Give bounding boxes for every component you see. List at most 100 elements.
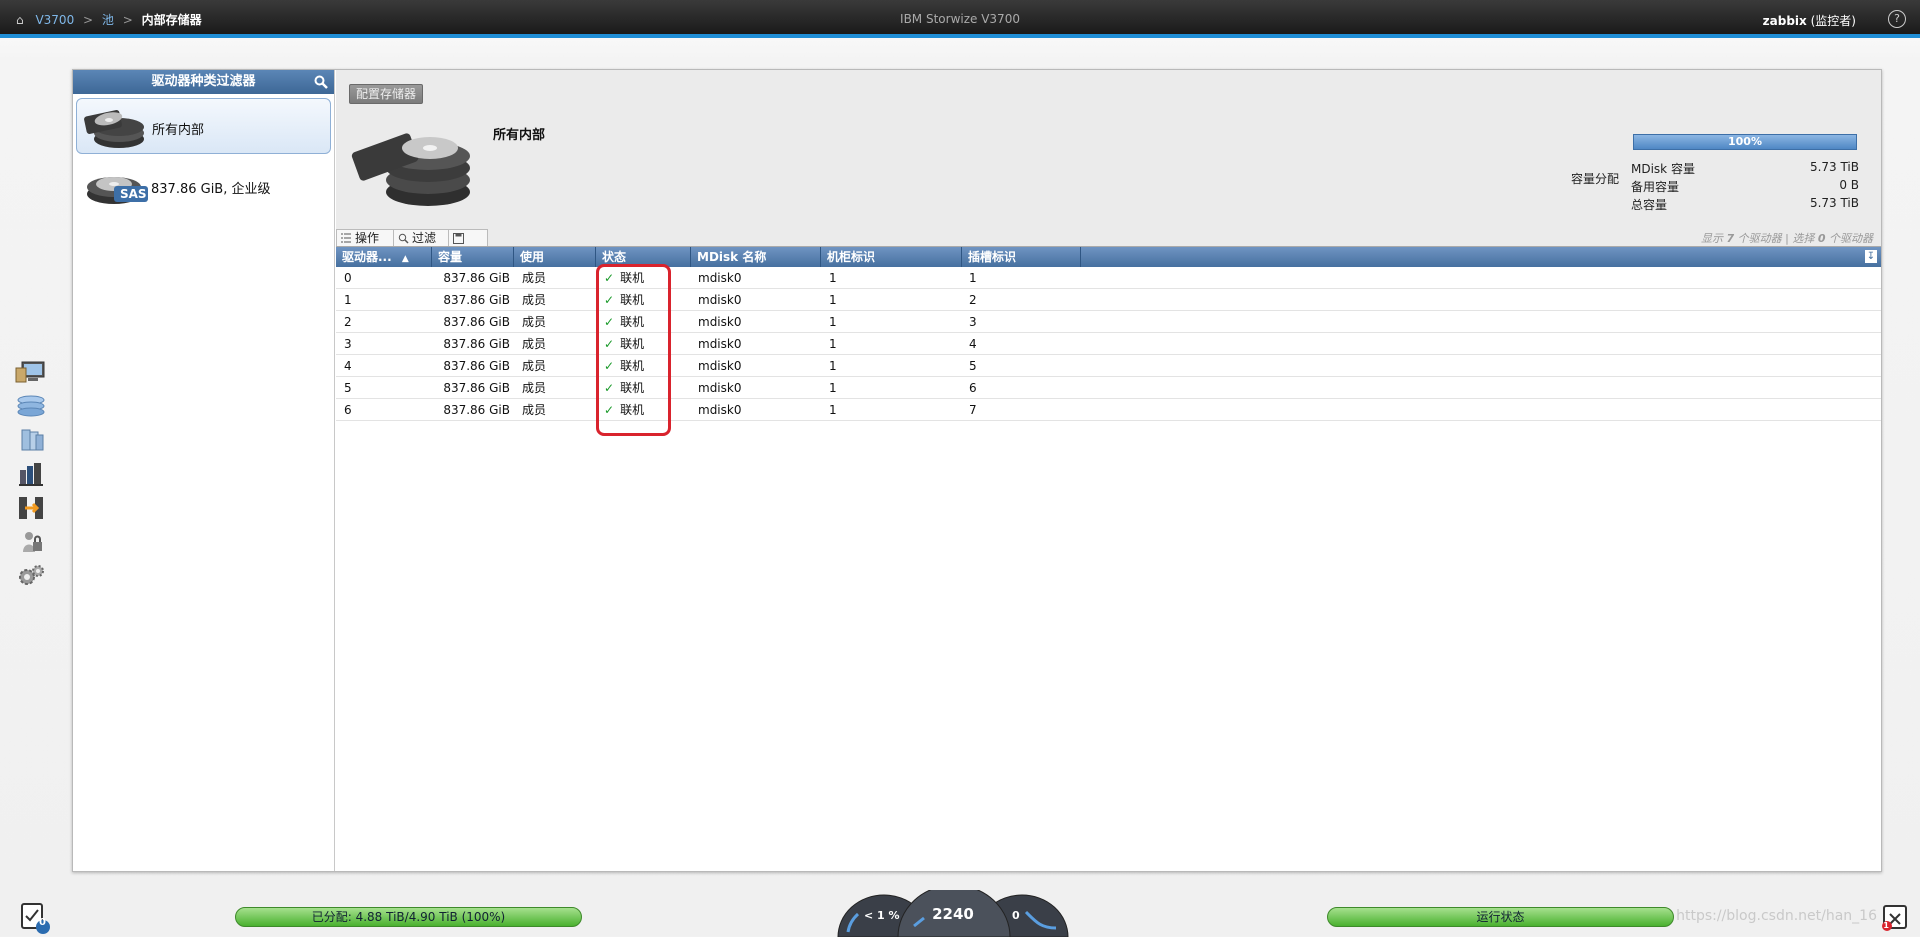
summary-shown-count: 7 (1726, 232, 1735, 245)
iops-value: 2240 (932, 905, 974, 923)
cell-capacity: 837.86 GiB (443, 381, 510, 395)
table-header: 驱动器... ▲ 容量 使用 状态 MDisk 名称 机柜标识 插槽标识 ↧ (336, 247, 1881, 267)
table-row[interactable]: 1 837.86 GiB 成员 ✓ 联机 mdisk0 1 2 (336, 289, 1881, 311)
performance-gauges[interactable]: < 1 % 2240 0 (836, 884, 1070, 937)
summary-mid: 个驱动器 | 选择 (1737, 232, 1815, 245)
filter-item-all-internal[interactable]: 所有内部 (76, 98, 331, 154)
watermark: https://blog.csdn.net/han_16 (1676, 908, 1877, 924)
cell-enclosure: 1 (829, 359, 837, 373)
page-title: 所有内部 (493, 128, 546, 143)
cell-mdisk: mdisk0 (698, 381, 742, 395)
table-row[interactable]: 4 837.86 GiB 成员 ✓ 联机 mdisk0 1 5 (336, 355, 1881, 377)
capacity-row: 备用容量 0 B (1631, 178, 1859, 195)
search-icon (398, 233, 409, 244)
capacity-allocation: 容量分配 100% MDisk 容量 5.73 TiB 备用容量 0 B 总容量… (1571, 134, 1871, 224)
filter-item-label: 837.86 GiB, 企业级 (151, 182, 271, 197)
cell-id: 4 (344, 359, 352, 373)
table-row[interactable]: 6 837.86 GiB 成员 ✓ 联机 mdisk0 1 7 (336, 399, 1881, 421)
cell-use: 成员 (522, 293, 547, 307)
table-row[interactable]: 5 837.86 GiB 成员 ✓ 联机 mdisk0 1 6 (336, 377, 1881, 399)
health-status-bar[interactable]: 运行状态 (1327, 907, 1674, 927)
actions-button[interactable]: 操作 (336, 229, 394, 246)
cell-id: 2 (344, 315, 352, 329)
filter-title: 驱动器种类过滤器 (151, 74, 256, 89)
capacity-title: 容量分配 (1571, 172, 1620, 186)
copy-services-icon[interactable] (14, 494, 48, 522)
cell-enclosure: 1 (829, 381, 837, 395)
cell-enclosure: 1 (829, 337, 837, 351)
capacity-value: 0 B (1839, 178, 1859, 192)
cell-id: 5 (344, 381, 352, 395)
filter-item-sas-enterprise[interactable]: SAS 837.86 GiB, 企业级 (76, 158, 331, 214)
summary-suffix: 个驱动器 (1829, 232, 1873, 245)
status-bar: 0 已分配: 4.88 TiB/4.90 TiB (100%) < 1 % 22… (0, 884, 1920, 937)
column-header-slot-id[interactable]: 插槽标识 (962, 247, 1081, 267)
cell-capacity: 837.86 GiB (443, 315, 510, 329)
actions-label: 操作 (355, 231, 380, 245)
column-header-mdisk-name[interactable]: MDisk 名称 (691, 247, 821, 267)
cell-slot: 1 (969, 271, 977, 285)
sort-ascending-icon: ▲ (401, 254, 409, 264)
cell-capacity: 837.86 GiB (443, 337, 510, 351)
column-header-enclosure-id[interactable]: 机柜标识 (821, 247, 962, 267)
cell-enclosure: 1 (829, 271, 837, 285)
column-header-use[interactable]: 使用 (514, 247, 596, 267)
cell-enclosure: 1 (829, 293, 837, 307)
table-row[interactable]: 0 837.86 GiB 成员 ✓ 联机 mdisk0 1 1 (336, 267, 1881, 289)
table-row[interactable]: 2 837.86 GiB 成员 ✓ 联机 mdisk0 1 3 (336, 311, 1881, 333)
status-highlight-box (596, 264, 671, 436)
allocation-status-bar[interactable]: 已分配: 4.88 TiB/4.90 TiB (100%) (235, 907, 582, 927)
cell-enclosure: 1 (829, 403, 837, 417)
cell-slot: 4 (969, 337, 977, 351)
drives-table: 驱动器... ▲ 容量 使用 状态 MDisk 名称 机柜标识 插槽标识 ↧ 0… (336, 246, 1881, 871)
top-bar: ⌂ V3700 > 池 > 内部存储器 IBM Storwize V3700 z… (0, 0, 1920, 38)
cell-mdisk: mdisk0 (698, 359, 742, 373)
column-header-capacity[interactable]: 容量 (432, 247, 514, 267)
access-icon[interactable] (14, 528, 48, 556)
settings-icon[interactable] (14, 562, 48, 590)
capacity-row: 总容量 5.73 TiB (1631, 196, 1859, 213)
cell-id: 3 (344, 337, 352, 351)
volumes-icon[interactable] (14, 426, 48, 454)
main-panel: 驱动器种类过滤器 所有内部 SAS 837.86 GiB, 企业级 配置存储器 (72, 69, 1882, 872)
help-icon[interactable]: ? (1888, 10, 1906, 28)
capacity-progress-bar: 100% (1633, 134, 1857, 150)
cell-use: 成员 (522, 403, 547, 417)
cell-mdisk: mdisk0 (698, 293, 742, 307)
monitoring-icon[interactable] (14, 358, 48, 386)
configure-storage-button[interactable]: 配置存储器 (349, 84, 424, 104)
sas-disk-icon (87, 177, 148, 204)
cell-slot: 3 (969, 315, 977, 329)
user-name: zabbix (1762, 14, 1807, 28)
capacity-label: MDisk 容量 (1631, 162, 1695, 176)
pools-icon[interactable] (14, 392, 48, 420)
filter-label: 过滤 (412, 231, 437, 245)
running-tasks-icon[interactable] (18, 900, 52, 934)
cell-id: 6 (344, 403, 352, 417)
cell-id: 0 (344, 271, 352, 285)
save-icon[interactable] (448, 229, 488, 246)
cell-use: 成员 (522, 315, 547, 329)
filter-button[interactable]: 过滤 (393, 229, 449, 246)
cell-id: 1 (344, 293, 352, 307)
cell-capacity: 837.86 GiB (443, 293, 510, 307)
user-menu[interactable]: zabbix (监控者) (1763, 12, 1856, 29)
capacity-value: 5.73 TiB (1809, 160, 1859, 174)
tasks-count: 0 (39, 917, 46, 928)
search-icon[interactable] (314, 75, 328, 89)
hosts-icon[interactable] (14, 460, 48, 488)
cell-use: 成员 (522, 337, 547, 351)
capacity-row: MDisk 容量 5.73 TiB (1631, 160, 1859, 177)
cell-mdisk: mdisk0 (698, 337, 742, 351)
capacity-value: 5.73 TiB (1809, 196, 1859, 210)
sas-badge: SAS (120, 187, 147, 201)
cell-slot: 2 (969, 293, 977, 307)
cell-mdisk: mdisk0 (698, 403, 742, 417)
cell-enclosure: 1 (829, 315, 837, 329)
capacity-label: 总容量 (1631, 198, 1668, 212)
column-chooser-icon[interactable]: ↧ (1865, 250, 1877, 263)
column-header-drive-id[interactable]: 驱动器... ▲ (336, 247, 432, 267)
table-row[interactable]: 3 837.86 GiB 成员 ✓ 联机 mdisk0 1 4 (336, 333, 1881, 355)
summary-prefix: 显示 (1700, 232, 1723, 245)
filter-header: 驱动器种类过滤器 (73, 70, 334, 94)
